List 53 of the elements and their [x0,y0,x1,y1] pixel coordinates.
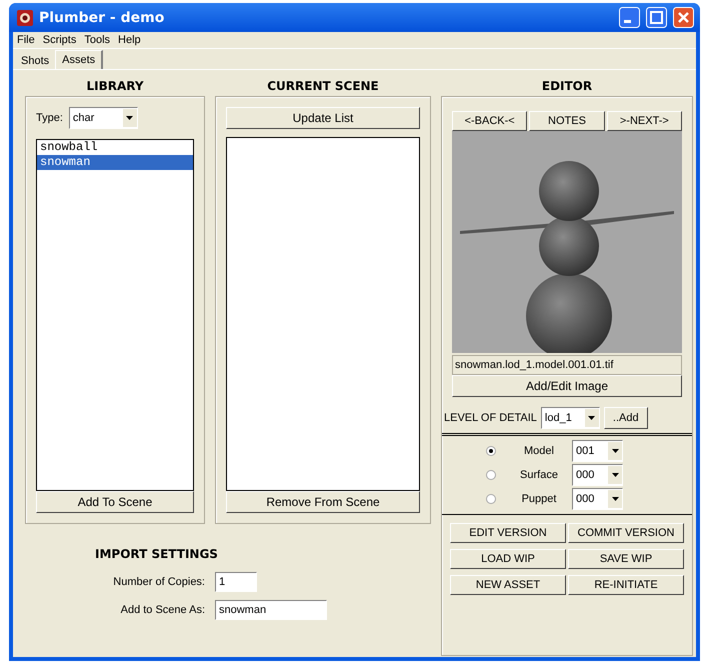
section-heading: LIBRARY [85,78,145,95]
action-button[interactable]: EDIT VERSION [450,523,566,543]
close-icon[interactable] [673,7,694,28]
action-button[interactable]: RE-INITIATE [568,575,684,595]
image-filename: snowman.lod_1.model.001.01.tif [452,355,682,375]
caret-icon [612,449,618,453]
type-dropdown[interactable]: char [68,107,138,129]
version-dropdown[interactable]: 000 [572,488,623,510]
component-label: Puppet [520,493,558,505]
lod-label: LEVEL OF DETAIL [444,412,537,424]
caret-icon [612,473,618,477]
list-item[interactable]: snowman [37,155,193,170]
action-button[interactable]: SAVE WIP [568,549,684,569]
caret-icon [612,497,618,501]
lod-dropdown[interactable]: lod_1 [540,407,600,429]
caret-icon [126,116,134,120]
add-to-scene-button[interactable]: Add To Scene [36,491,194,513]
component-label: Surface [519,469,559,481]
input-field[interactable]: 1 [215,572,257,592]
action-button[interactable]: COMMIT VERSION [568,523,684,543]
minimize-icon[interactable] [619,7,640,28]
input-field[interactable]: snowman [215,600,327,620]
menu-item[interactable]: Help [118,34,141,46]
action-button[interactable]: NEW ASSET [450,575,566,595]
nav-button[interactable]: <-BACK-< [452,111,528,131]
remove-from-scene-button[interactable]: Remove From Scene [226,491,420,513]
menu-item[interactable]: Scripts [42,34,76,46]
list-item[interactable]: snowball [37,140,193,155]
maximize-icon[interactable] [646,7,667,28]
tab[interactable]: Assets [55,50,104,69]
caret-icon [588,416,596,420]
window-title: Plumber - demo [39,10,166,26]
radio-button[interactable] [486,446,496,456]
section-heading: IMPORT SETTINGS [95,546,219,563]
update-list-button[interactable]: Update List [226,107,420,129]
version-dropdown[interactable]: 000 [572,464,623,486]
add-edit-image-button[interactable]: Add/Edit Image [452,375,682,397]
app-icon [17,10,33,26]
menu-item[interactable]: File [17,34,35,46]
type-label: Type: [36,112,63,124]
nav-button[interactable]: >-NEXT-> [606,111,682,131]
version-dropdown[interactable]: 001 [572,440,623,462]
component-label: Model [523,445,555,457]
nav-button[interactable]: NOTES [529,111,605,131]
add-lod-button[interactable]: ..Add [604,407,648,429]
section-heading: EDITOR [540,78,594,95]
menu-item[interactable]: Tools [84,34,110,46]
field-label: Number of Copies: [112,576,206,588]
radio-button[interactable] [486,470,496,480]
radio-button[interactable] [486,494,496,504]
section-heading: CURRENT SCENE [266,78,380,95]
field-label: Add to Scene As: [120,604,206,616]
action-button[interactable]: LOAD WIP [450,549,566,569]
